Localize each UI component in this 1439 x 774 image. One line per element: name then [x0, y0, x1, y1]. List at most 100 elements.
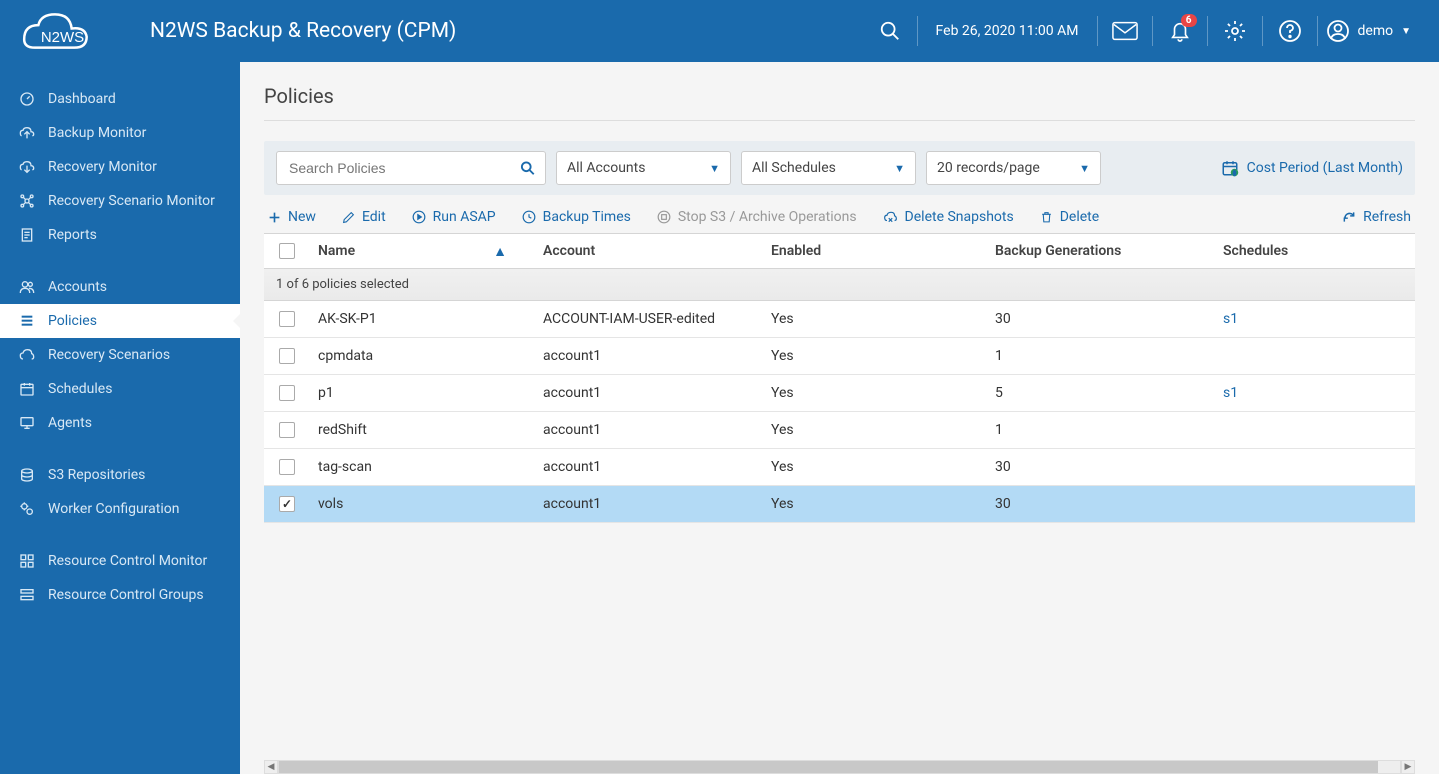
sidebar-item-backup-monitor[interactable]: Backup Monitor — [0, 116, 240, 150]
horizontal-scrollbar[interactable]: ◀ ▶ — [264, 760, 1415, 774]
sidebar-item-label: Policies — [48, 313, 97, 329]
chevron-down-icon: ▼ — [1401, 26, 1411, 37]
cell-name: redShift — [310, 422, 535, 438]
recoveryscen-icon — [18, 346, 36, 364]
column-schedules[interactable]: Schedules — [1215, 243, 1415, 259]
sidebar-item-recovery-scenario-monitor[interactable]: Recovery Scenario Monitor — [0, 184, 240, 218]
table-row[interactable]: cpmdataaccount1Yes1 — [264, 338, 1415, 375]
help-icon[interactable] — [1263, 11, 1317, 51]
sidebar-item-policies[interactable]: Policies — [0, 304, 240, 338]
column-backup[interactable]: Backup Generations — [987, 243, 1215, 259]
bell-icon[interactable]: 6 — [1153, 11, 1207, 51]
sidebar-item-dashboard[interactable]: Dashboard — [0, 82, 240, 116]
sidebar-item-resource-control-groups[interactable]: Resource Control Groups — [0, 578, 240, 612]
delete-snapshots-button[interactable]: Delete Snapshots — [883, 209, 1014, 225]
cost-period-link[interactable]: $ Cost Period (Last Month) — [1221, 159, 1403, 177]
cell-schedule[interactable]: s1 — [1215, 385, 1415, 401]
pencil-icon — [342, 211, 355, 224]
sidebar-item-label: Reports — [48, 227, 97, 243]
cell-name: tag-scan — [310, 459, 535, 475]
select-all-checkbox[interactable] — [279, 243, 295, 259]
scroll-right-button[interactable]: ▶ — [1401, 760, 1415, 774]
search-input[interactable] — [277, 152, 545, 184]
schedules-icon — [18, 380, 36, 398]
backup-times-button[interactable]: Backup Times — [522, 209, 631, 225]
svg-text:N2WS: N2WS — [41, 29, 84, 46]
sidebar-item-schedules[interactable]: Schedules — [0, 372, 240, 406]
sidebar-item-label: Dashboard — [48, 91, 116, 107]
cell-enabled: Yes — [763, 459, 987, 475]
row-checkbox[interactable] — [279, 385, 295, 401]
row-checkbox[interactable] — [279, 311, 295, 327]
cell-backup: 1 — [987, 422, 1215, 438]
cell-enabled: Yes — [763, 422, 987, 438]
column-enabled[interactable]: Enabled — [763, 243, 987, 259]
stop-icon — [657, 210, 671, 224]
cell-name: vols — [310, 496, 535, 512]
cell-account: account1 — [535, 459, 763, 475]
mail-icon[interactable] — [1098, 11, 1152, 51]
user-menu[interactable]: demo ▼ — [1318, 19, 1420, 43]
refresh-icon — [1342, 210, 1356, 224]
sidebar-item-resource-control-monitor[interactable]: Resource Control Monitor — [0, 544, 240, 578]
table-header: Name▲ Account Enabled Backup Generations… — [264, 233, 1415, 269]
sidebar-item-accounts[interactable]: Accounts — [0, 270, 240, 304]
cell-enabled: Yes — [763, 385, 987, 401]
table-row[interactable]: p1account1Yes5s1 — [264, 375, 1415, 412]
search-icon[interactable] — [863, 11, 917, 51]
notification-badge: 6 — [1181, 14, 1197, 27]
column-name[interactable]: Name▲ — [310, 243, 535, 260]
gear-icon[interactable] — [1208, 11, 1262, 51]
cell-schedule[interactable]: s1 — [1215, 311, 1415, 327]
sidebar-item-agents[interactable]: Agents — [0, 406, 240, 440]
backup-icon — [18, 124, 36, 142]
cell-name: p1 — [310, 385, 535, 401]
search-wrap — [276, 151, 546, 185]
schedule-select[interactable]: All Schedules▼ — [741, 151, 916, 185]
rcm-icon — [18, 552, 36, 570]
sidebar-item-s3-repositories[interactable]: S3 Repositories — [0, 458, 240, 492]
action-bar: New Edit Run ASAP Backup Times Stop S3 /… — [264, 195, 1415, 233]
search-icon[interactable] — [520, 161, 535, 176]
refresh-button[interactable]: Refresh — [1342, 209, 1411, 225]
clock-icon — [522, 210, 536, 224]
sidebar-item-worker-configuration[interactable]: Worker Configuration — [0, 492, 240, 526]
play-icon — [412, 210, 426, 224]
scenario-icon — [18, 192, 36, 210]
table-row[interactable]: volsaccount1Yes30 — [264, 486, 1415, 523]
table-row[interactable]: redShiftaccount1Yes1 — [264, 412, 1415, 449]
cell-enabled: Yes — [763, 496, 987, 512]
trash-icon — [1040, 210, 1053, 224]
scroll-left-button[interactable]: ◀ — [264, 760, 278, 774]
chevron-down-icon: ▼ — [709, 162, 720, 175]
sidebar-item-label: S3 Repositories — [48, 467, 145, 483]
table-row[interactable]: tag-scanaccount1Yes30 — [264, 449, 1415, 486]
cell-backup: 30 — [987, 459, 1215, 475]
row-checkbox[interactable] — [279, 422, 295, 438]
row-checkbox[interactable] — [279, 496, 295, 512]
worker-icon — [18, 500, 36, 518]
sidebar-item-label: Schedules — [48, 381, 112, 397]
pagesize-select[interactable]: 20 records/page▼ — [926, 151, 1101, 185]
cell-account: account1 — [535, 385, 763, 401]
sidebar-item-label: Accounts — [48, 279, 107, 295]
column-account[interactable]: Account — [535, 243, 763, 259]
edit-button[interactable]: Edit — [342, 209, 386, 225]
logo: N2WS — [20, 10, 120, 52]
sidebar-item-reports[interactable]: Reports — [0, 218, 240, 252]
cell-backup: 1 — [987, 348, 1215, 364]
delete-button[interactable]: Delete — [1040, 209, 1099, 225]
account-select[interactable]: All Accounts▼ — [556, 151, 731, 185]
row-checkbox[interactable] — [279, 459, 295, 475]
sidebar-item-label: Recovery Scenarios — [48, 347, 170, 363]
chevron-down-icon: ▼ — [894, 162, 905, 175]
sidebar-item-label: Recovery Monitor — [48, 159, 157, 175]
new-button[interactable]: New — [268, 209, 316, 225]
app-header: N2WS N2WS Backup & Recovery (CPM) Feb 26… — [0, 0, 1439, 62]
table-row[interactable]: AK-SK-P1ACCOUNT-IAM-USER-editedYes30s1 — [264, 301, 1415, 338]
sidebar-item-recovery-scenarios[interactable]: Recovery Scenarios — [0, 338, 240, 372]
sidebar-item-recovery-monitor[interactable]: Recovery Monitor — [0, 150, 240, 184]
run-asap-button[interactable]: Run ASAP — [412, 209, 496, 225]
row-checkbox[interactable] — [279, 348, 295, 364]
cell-account: account1 — [535, 422, 763, 438]
